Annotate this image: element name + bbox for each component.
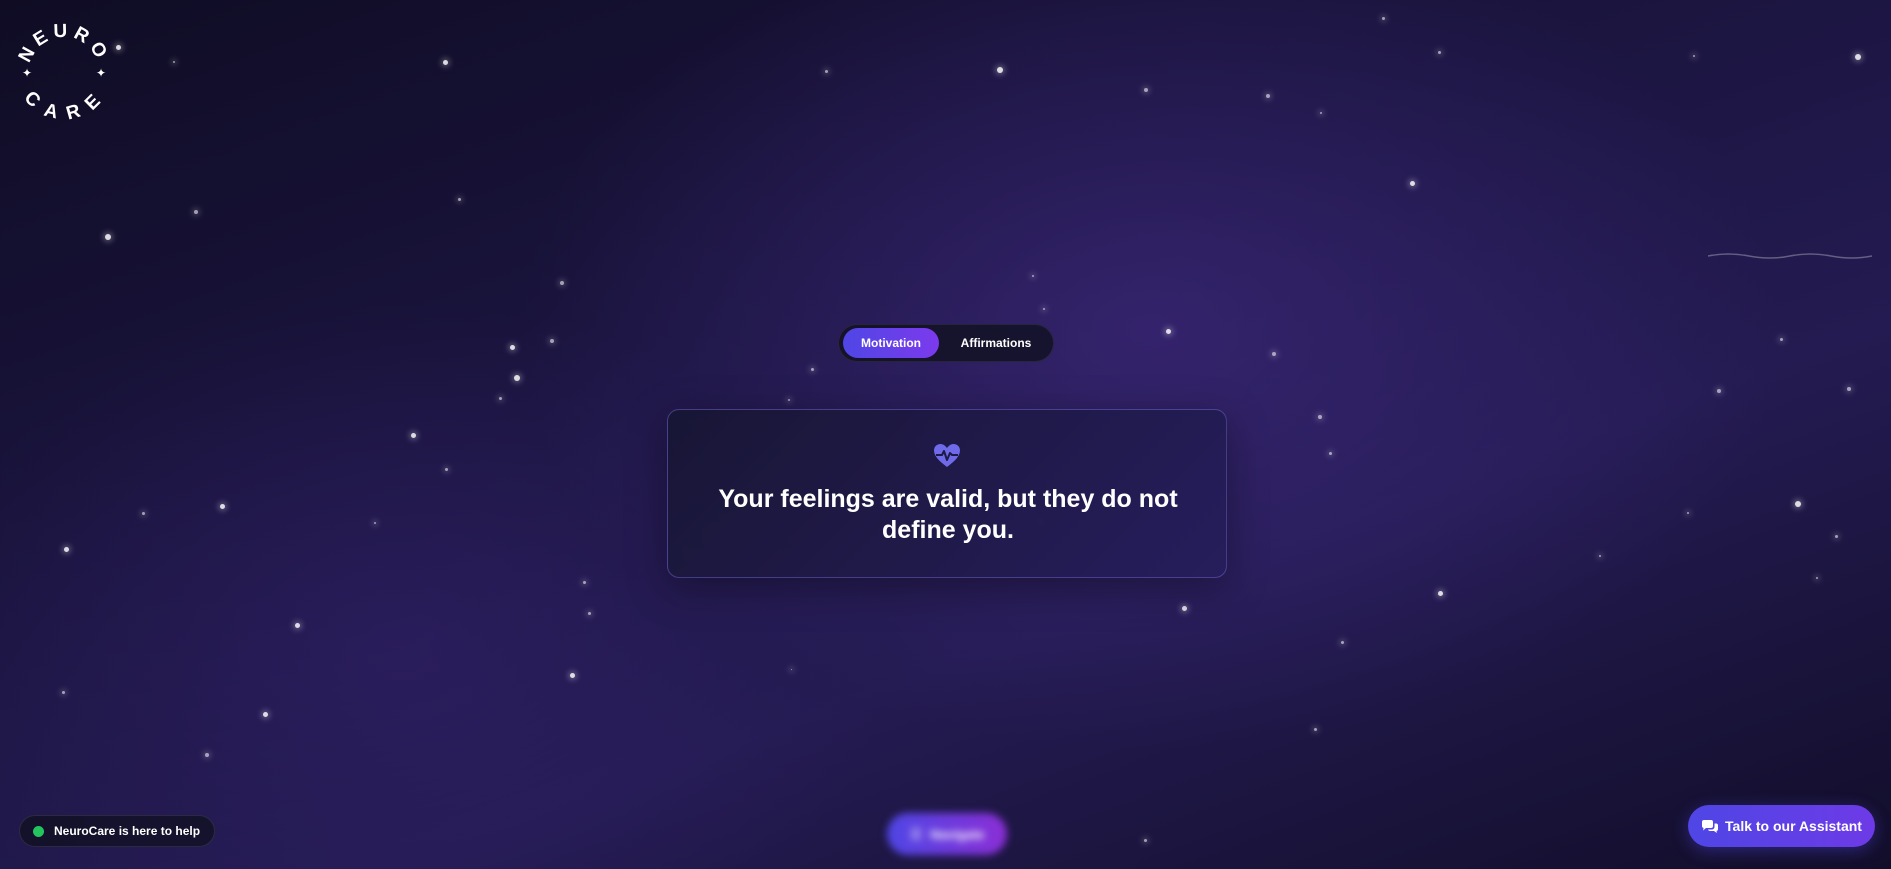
- star-dot: [550, 339, 554, 343]
- star-dot: [1409, 180, 1415, 186]
- star-dot: [790, 668, 792, 670]
- star-dot: [1313, 727, 1317, 731]
- talk-to-assistant-button[interactable]: Talk to our Assistant: [1688, 805, 1875, 847]
- star-dot: [294, 622, 300, 628]
- star-dot: [1693, 55, 1695, 57]
- tab-motivation[interactable]: Motivation: [843, 328, 939, 358]
- star-dot: [194, 210, 198, 214]
- star-dot: [997, 67, 1003, 73]
- star-dot: [1144, 88, 1148, 92]
- star-dot: [1795, 501, 1801, 507]
- star-dot: [582, 580, 586, 584]
- star-dot: [205, 753, 209, 757]
- star-dot: [824, 69, 828, 73]
- assistant-label: Talk to our Assistant: [1725, 818, 1862, 834]
- star-dot: [1340, 640, 1344, 644]
- star-dot: [1847, 387, 1851, 391]
- star-dot: [1318, 415, 1322, 419]
- quote-type-toggle: Motivation Affirmations: [838, 324, 1054, 362]
- logo-star-icon: ✦: [22, 66, 32, 80]
- star-dot: [374, 522, 376, 524]
- svg-text:CARE: CARE: [20, 87, 108, 120]
- star-dot: [1165, 328, 1171, 334]
- star-dot: [1266, 94, 1270, 98]
- star-dot: [788, 399, 790, 401]
- star-dot: [1687, 512, 1689, 514]
- star-dot: [63, 546, 69, 552]
- star-dot: [1181, 605, 1187, 611]
- star-dot: [1717, 389, 1721, 393]
- star-dot: [1043, 308, 1045, 310]
- navigate-label: Navigate: [930, 826, 985, 842]
- star-dot: [810, 367, 814, 371]
- logo-text-bottom: CARE: [20, 87, 103, 120]
- quote-text: Your feelings are valid, but they do not…: [718, 485, 1178, 544]
- wave-decoration: [1708, 253, 1872, 259]
- star-dot: [1032, 275, 1034, 277]
- star-dot: [1779, 337, 1783, 341]
- svg-text:NEURO: NEURO: [15, 21, 114, 66]
- logo-star-icon: ✦: [96, 66, 106, 80]
- star-dot: [560, 281, 564, 285]
- star-dot: [1816, 577, 1818, 579]
- status-text: NeuroCare is here to help: [54, 824, 201, 838]
- star-dot: [1272, 352, 1276, 356]
- star-dot: [173, 61, 175, 63]
- tab-affirmations[interactable]: Affirmations: [943, 328, 1049, 358]
- star-dot: [1834, 534, 1838, 538]
- logo-text-top: NEURO: [15, 21, 109, 66]
- star-dot: [219, 503, 225, 509]
- star-dot: [1855, 54, 1861, 60]
- status-dot: [33, 825, 44, 837]
- star-dot: [61, 690, 65, 694]
- star-dot: [115, 44, 121, 50]
- star-dot: [1437, 50, 1441, 54]
- star-dot: [444, 467, 448, 471]
- star-dot: [442, 59, 448, 65]
- star-dot: [514, 375, 520, 381]
- star-dot: [569, 672, 575, 678]
- menu-icon: ☰: [909, 825, 923, 842]
- star-dot: [410, 432, 416, 438]
- star-dot: [1599, 555, 1601, 557]
- chat-icon: [1702, 819, 1719, 833]
- neurocare-logo[interactable]: NEURO CARE ✦ ✦: [14, 20, 114, 120]
- star-dot: [1381, 16, 1385, 20]
- star-dot: [498, 396, 502, 400]
- star-dot: [105, 234, 111, 240]
- quote-card: Your feelings are valid, but they do not…: [667, 409, 1227, 578]
- star-dot: [509, 344, 515, 350]
- star-dot: [1143, 838, 1147, 842]
- star-dot: [587, 611, 591, 615]
- heartbeat-icon: [934, 444, 960, 467]
- star-dot: [1437, 590, 1443, 596]
- navigate-button[interactable]: ☰ Navigate: [887, 813, 1007, 855]
- star-dot: [141, 511, 145, 515]
- star-dot: [262, 711, 268, 717]
- star-dot: [1320, 112, 1322, 114]
- star-dot: [1328, 451, 1332, 455]
- status-indicator: NeuroCare is here to help: [19, 815, 216, 847]
- star-dot: [457, 197, 461, 201]
